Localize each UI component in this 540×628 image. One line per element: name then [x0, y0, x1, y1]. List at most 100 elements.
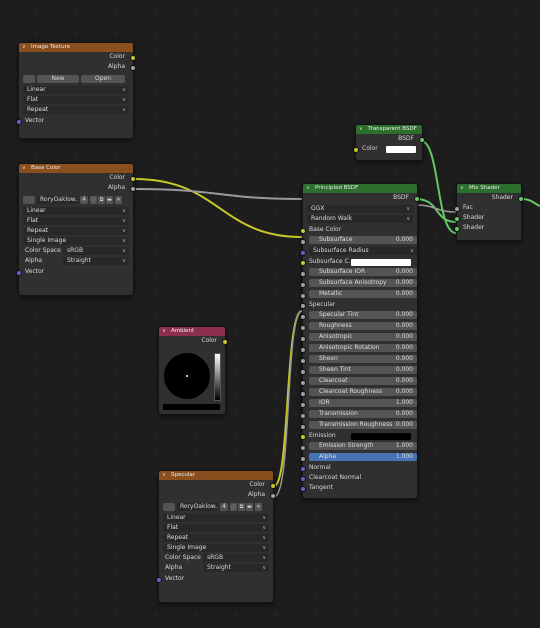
alpha-output-socket[interactable] [130, 65, 136, 71]
projection-dropdown[interactable]: Flat ∨ [23, 96, 129, 104]
socket[interactable] [300, 369, 306, 375]
new-image-button[interactable]: New [37, 75, 79, 83]
interpolation-dropdown[interactable]: Linear ∨ [23, 207, 129, 215]
anisotropic-slider[interactable]: Anisotropic 0.000 [309, 333, 417, 341]
alpha-output-socket[interactable] [270, 493, 276, 499]
specular-tint-slider[interactable]: Specular Tint 0.000 [309, 311, 417, 319]
fake-user-icon[interactable]: ◌ [230, 503, 237, 511]
alpha-mode-dropdown[interactable]: Straight ∨ [203, 564, 269, 572]
distribution-dropdown[interactable]: GGX ∨ [307, 205, 413, 213]
vector-input-socket[interactable] [16, 270, 22, 276]
base-color-input-socket[interactable] [300, 228, 306, 234]
fake-user-icon[interactable]: ◌ [90, 196, 97, 204]
ior-slider[interactable]: IOR 1.000 [309, 399, 417, 407]
projection-dropdown[interactable]: Flat ∨ [23, 217, 129, 225]
emission-input-socket[interactable] [300, 434, 306, 440]
node-header[interactable]: ∨ Specular [159, 471, 273, 480]
shader-input-socket[interactable] [454, 226, 460, 232]
normal-input-socket[interactable] [300, 466, 306, 472]
socket[interactable] [300, 336, 306, 342]
socket[interactable] [300, 282, 306, 288]
node-header[interactable]: ∨ Ambient [159, 327, 225, 336]
image-browse-icon[interactable] [23, 75, 35, 83]
specular-input-socket[interactable] [300, 303, 306, 309]
clearcoat-slider[interactable]: Clearcoat 0.000 [309, 377, 417, 385]
interpolation-dropdown[interactable]: Linear ∨ [23, 86, 129, 94]
open-folder-icon[interactable]: ▬ [106, 196, 113, 204]
extension-dropdown[interactable]: Repeat ∨ [23, 227, 129, 235]
collapse-chevron-icon[interactable]: ∨ [22, 164, 26, 173]
socket[interactable] [300, 358, 306, 364]
image-name-field[interactable]: RoryOaklow... [37, 196, 78, 204]
source-dropdown[interactable]: Single Image ∨ [23, 237, 129, 245]
socket[interactable] [300, 271, 306, 277]
subsurface-radius-dropdown[interactable]: Subsurface Radius ∨ [309, 247, 417, 255]
color-space-dropdown[interactable]: sRGB ∨ [63, 247, 129, 255]
principled-bsdf-node[interactable]: ∨ Principled BSDF BSDF GGX ∨ Random Walk ∨… [300, 183, 420, 499]
color-output-socket[interactable] [130, 176, 136, 182]
node-header[interactable]: ∨ Transparent BSDF [356, 125, 422, 134]
emission-color-swatch[interactable] [351, 432, 411, 440]
socket[interactable] [300, 445, 306, 451]
emission-strength-slider[interactable]: Emission Strength 1.000 [309, 442, 417, 450]
projection-dropdown[interactable]: Flat ∨ [163, 524, 269, 532]
extension-dropdown[interactable]: Repeat ∨ [23, 106, 129, 114]
socket[interactable] [300, 456, 306, 462]
image-users-count[interactable]: 4 [80, 196, 88, 204]
ambient-node[interactable]: ∨ Ambient Color [158, 326, 228, 415]
color-wheel-cursor[interactable] [186, 375, 188, 377]
node-header[interactable]: ∨ Base Color [19, 164, 133, 173]
clearcoat-roughness-slider[interactable]: Clearcoat Roughness 0.000 [309, 388, 417, 396]
duplicate-icon[interactable]: ⧉ [98, 196, 105, 204]
open-folder-icon[interactable]: ▬ [246, 503, 253, 511]
socket[interactable] [300, 347, 306, 353]
socket[interactable] [300, 391, 306, 397]
shader-input-socket[interactable] [454, 216, 460, 222]
anisotropic-rotation-slider[interactable]: Anisotropic Rotation 0.000 [309, 344, 417, 352]
node-header[interactable]: ∨ Image Texture [19, 43, 133, 52]
clearcoat-normal-input-socket[interactable] [300, 476, 306, 482]
subsurface-radius-input-socket[interactable] [300, 250, 306, 256]
image-browse-icon[interactable] [23, 196, 35, 204]
socket[interactable] [300, 325, 306, 331]
color-swatch[interactable] [386, 145, 416, 153]
roughness-slider[interactable]: Roughness 0.000 [309, 322, 417, 330]
image-texture-node[interactable]: ∨ Image Texture Color Alpha New Open Lin… [16, 42, 136, 139]
metallic-slider[interactable]: Metallic 0.000 [309, 290, 417, 298]
color-output-socket[interactable] [270, 483, 276, 489]
color-swatch[interactable] [351, 258, 411, 266]
close-icon[interactable]: ✕ [115, 196, 122, 204]
open-image-button[interactable]: Open [81, 75, 125, 83]
transmission-roughness-slider[interactable]: Transmission Roughness 0.000 [309, 421, 417, 429]
sheen-tint-slider[interactable]: Sheen Tint 0.000 [309, 366, 417, 374]
node-header[interactable]: ∨ Principled BSDF [303, 184, 417, 193]
source-dropdown[interactable]: Single Image ∨ [163, 544, 269, 552]
duplicate-icon[interactable]: ⧉ [238, 503, 245, 511]
collapse-chevron-icon[interactable]: ∨ [22, 43, 26, 52]
transparent-bsdf-node[interactable]: ∨ Transparent BSDF BSDF Color [353, 124, 425, 161]
value-slider[interactable] [214, 353, 221, 401]
collapse-chevron-icon[interactable]: ∨ [162, 471, 166, 480]
socket[interactable] [300, 402, 306, 408]
interpolation-dropdown[interactable]: Linear ∨ [163, 514, 269, 522]
alpha-output-socket[interactable] [130, 186, 136, 192]
sheen-slider[interactable]: Sheen 0.000 [309, 355, 417, 363]
bsdf-output-socket[interactable] [414, 196, 420, 202]
image-browse-icon[interactable] [163, 503, 175, 511]
collapse-chevron-icon[interactable]: ∨ [162, 327, 166, 336]
alpha-mode-dropdown[interactable]: Straight ∨ [63, 257, 129, 265]
mix-shader-node[interactable]: ∨ Mix Shader Shader Fac Shader Shader [454, 183, 524, 241]
subsurface-anisotropy-slider[interactable]: Subsurface Anisotropy 0.000 [309, 279, 417, 287]
socket[interactable] [300, 424, 306, 430]
specular-node[interactable]: ∨ Specular Color Alpha RoryOaklow... 4 ◌… [156, 470, 276, 603]
color-output-socket[interactable] [130, 55, 136, 61]
vector-input-socket[interactable] [16, 119, 22, 125]
close-icon[interactable]: ✕ [255, 503, 262, 511]
socket[interactable] [300, 314, 306, 320]
collapse-chevron-icon[interactable]: ∨ [460, 184, 464, 193]
base-color-node[interactable]: ∨ Base Color Color Alpha RoryOaklow... 4… [16, 163, 136, 296]
socket[interactable] [300, 413, 306, 419]
fac-input-socket[interactable] [454, 206, 460, 212]
socket[interactable] [300, 380, 306, 386]
subsurface-method-dropdown[interactable]: Random Walk ∨ [307, 215, 413, 223]
